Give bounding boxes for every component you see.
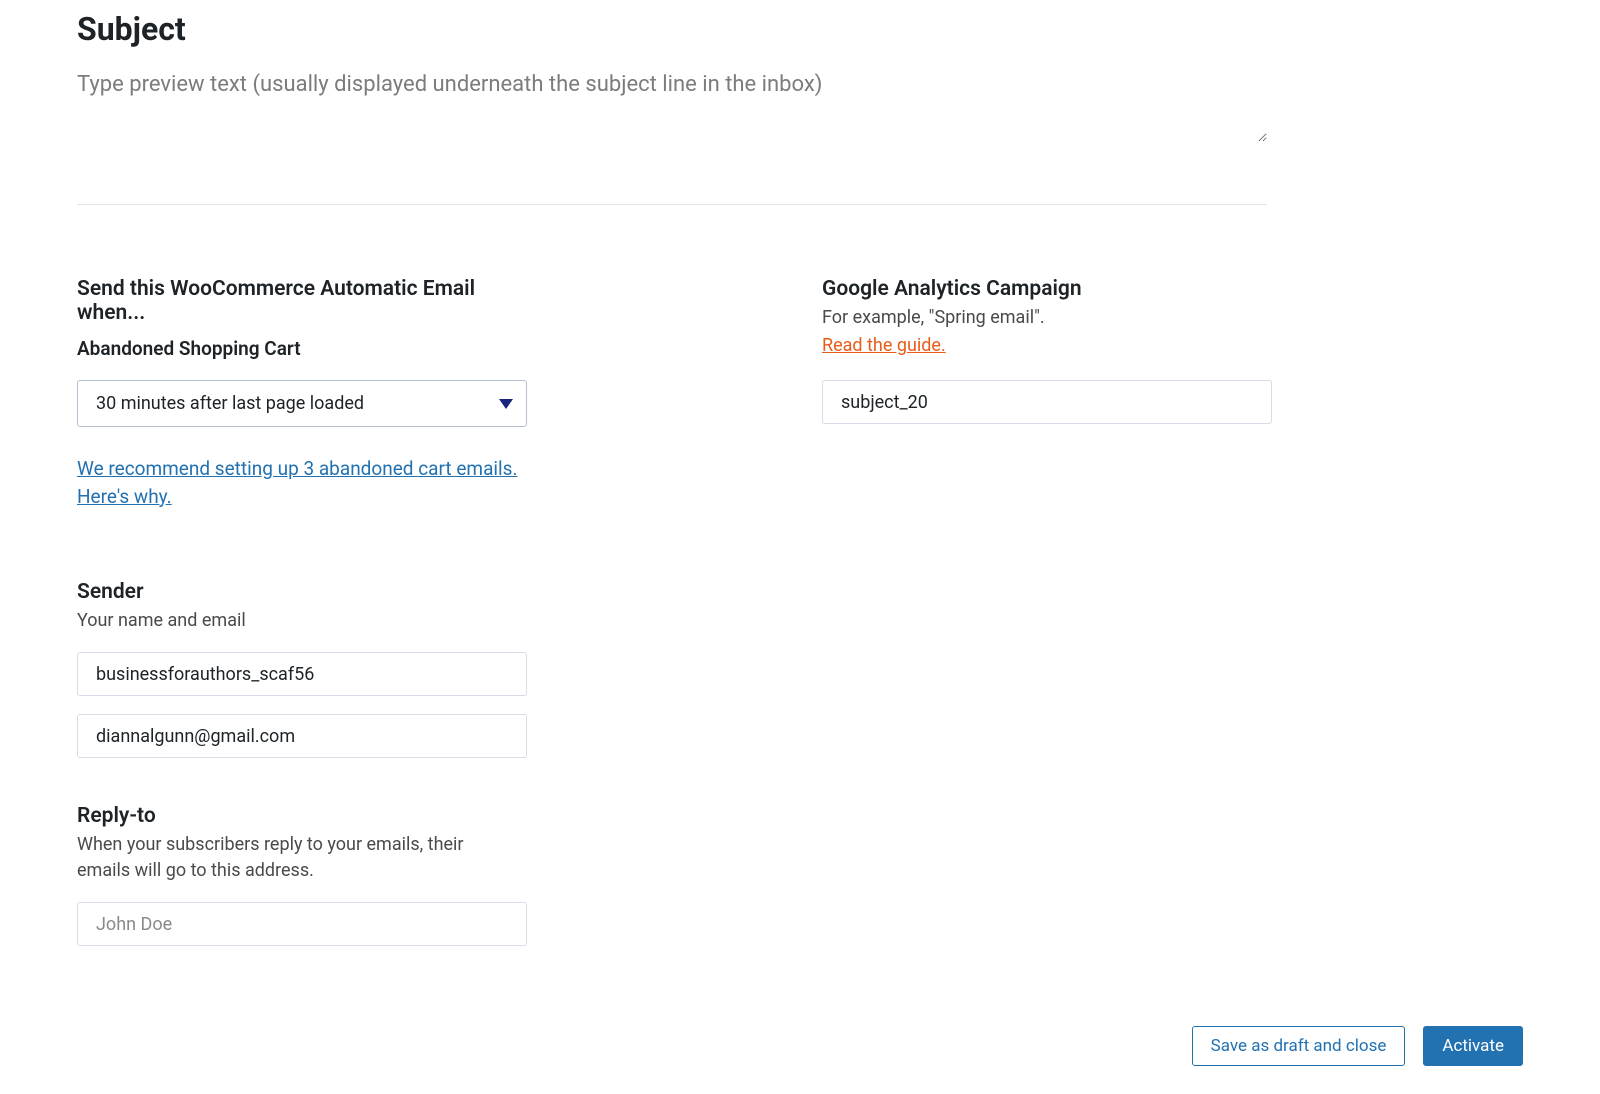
trigger-heading: Send this WooCommerce Automatic Email wh… bbox=[77, 277, 527, 325]
section-divider bbox=[77, 204, 1267, 205]
sender-email-input[interactable] bbox=[77, 714, 527, 758]
trigger-delay-value: 30 minutes after last page loaded bbox=[96, 393, 364, 414]
sender-heading: Sender bbox=[77, 580, 527, 604]
footer-actions: Save as draft and close Activate bbox=[1192, 1026, 1523, 1066]
activate-button[interactable]: Activate bbox=[1423, 1026, 1523, 1066]
reply-to-section: Reply-to When your subscribers reply to … bbox=[77, 804, 527, 946]
sender-section: Sender Your name and email bbox=[77, 580, 527, 758]
ga-campaign-section: Google Analytics Campaign For example, "… bbox=[822, 277, 1272, 424]
ga-guide-link[interactable]: Read the guide. bbox=[822, 335, 946, 356]
sender-helper: Your name and email bbox=[77, 608, 527, 634]
reply-to-heading: Reply-to bbox=[77, 804, 527, 828]
trigger-section: Send this WooCommerce Automatic Email wh… bbox=[77, 277, 527, 510]
reply-to-helper: When your subscribers reply to your emai… bbox=[77, 832, 507, 884]
save-draft-button[interactable]: Save as draft and close bbox=[1192, 1026, 1406, 1066]
preview-text-input[interactable] bbox=[77, 70, 1267, 142]
trigger-sub-heading: Abandoned Shopping Cart bbox=[77, 337, 527, 360]
ga-campaign-input[interactable] bbox=[822, 380, 1272, 424]
ga-heading: Google Analytics Campaign bbox=[822, 277, 1272, 301]
subject-heading: Subject bbox=[77, 10, 1523, 48]
trigger-delay-select[interactable]: 30 minutes after last page loaded bbox=[77, 380, 527, 427]
abandoned-cart-recommendation-link[interactable]: We recommend setting up 3 abandoned cart… bbox=[77, 455, 527, 510]
ga-example: For example, "Spring email". bbox=[822, 305, 1272, 331]
reply-to-name-input[interactable] bbox=[77, 902, 527, 946]
sender-name-input[interactable] bbox=[77, 652, 527, 696]
